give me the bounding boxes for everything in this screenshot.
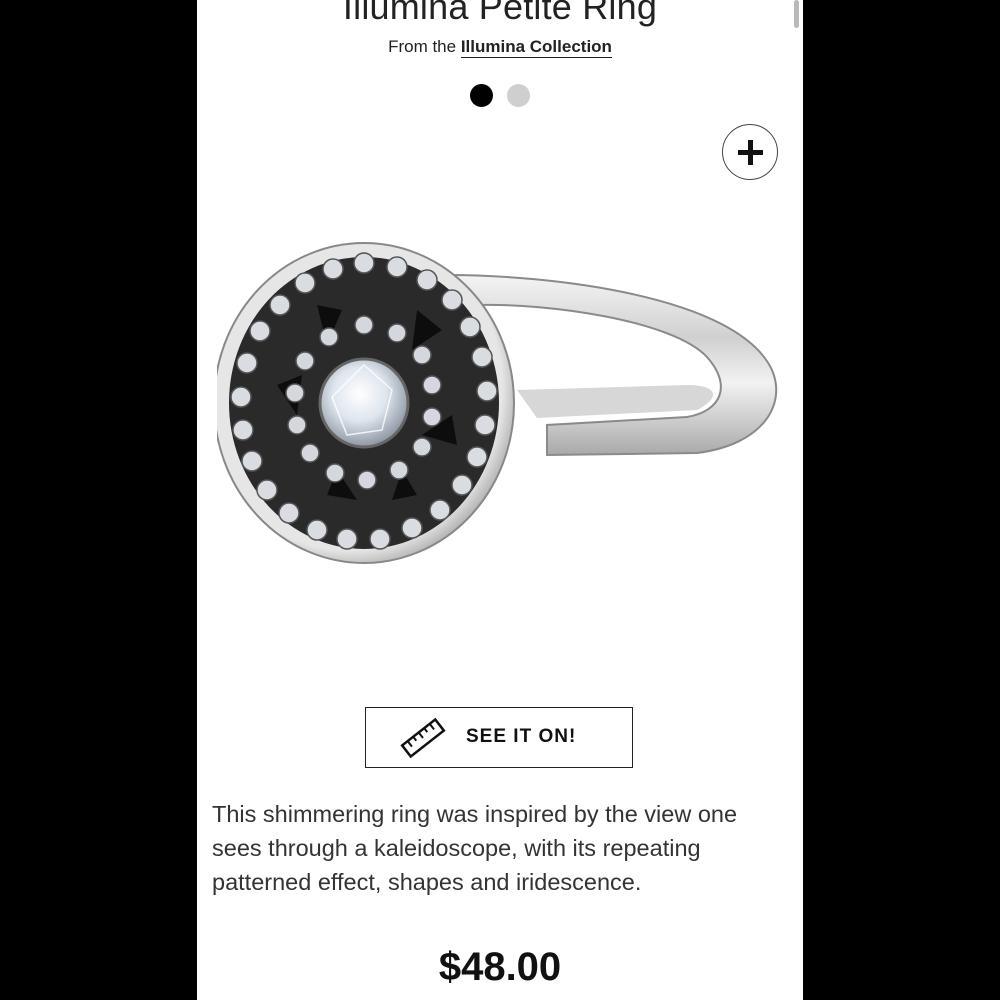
ruler-icon xyxy=(400,717,446,759)
product-title: Illumina Petite Ring xyxy=(342,0,658,27)
collection-prefix: From the xyxy=(388,37,461,56)
gallery-pagination xyxy=(197,84,803,107)
see-it-on-label: SEE IT ON! xyxy=(466,726,577,747)
collection-link[interactable]: Illumina Collection xyxy=(460,37,612,58)
product-panel: Illumina Petite Ring From the Illumina C… xyxy=(197,0,803,1000)
product-description: This shimmering ring was inspired by the… xyxy=(212,801,738,895)
gallery-dot-2[interactable] xyxy=(507,84,530,107)
gallery-dot-1[interactable] xyxy=(470,84,493,107)
product-price: $48.00 xyxy=(438,945,562,989)
product-image[interactable] xyxy=(217,135,787,685)
collection-subtitle: From the Illumina Collection xyxy=(197,37,803,58)
see-it-on-button[interactable]: SEE IT ON! xyxy=(365,707,633,768)
